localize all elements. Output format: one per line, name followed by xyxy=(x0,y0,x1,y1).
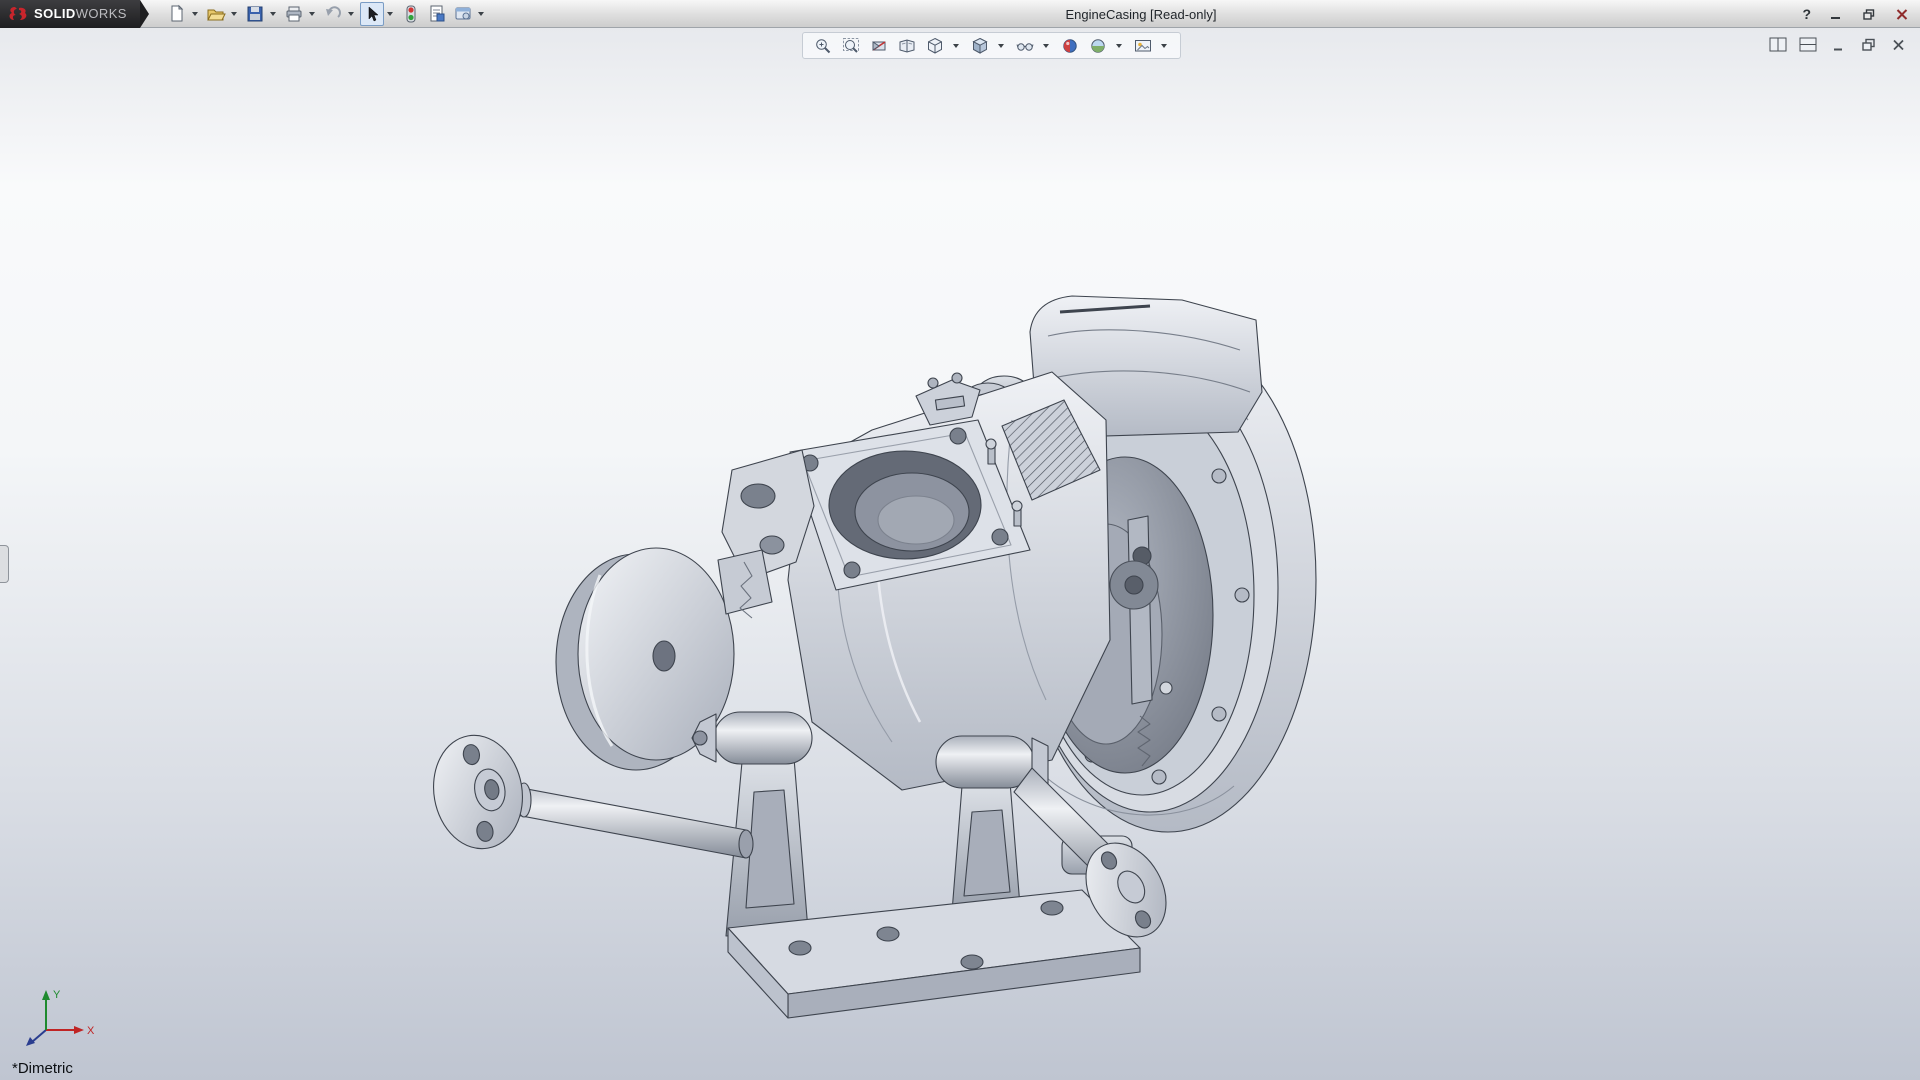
view-cube-icon xyxy=(926,37,944,55)
close-document-button[interactable] xyxy=(1888,36,1908,53)
solidworks-window: SOLIDWORKS xyxy=(0,0,1920,1080)
hide-show-items-dropdown-icon[interactable] xyxy=(1043,44,1049,48)
y-axis-label: Y xyxy=(53,989,61,1001)
close-icon xyxy=(1896,9,1908,20)
options-icon xyxy=(453,4,473,24)
document-title: EngineCasing [Read-only] xyxy=(1065,7,1216,22)
zoom-to-fit-icon xyxy=(842,37,860,55)
display-style-icon xyxy=(971,37,989,55)
apply-scene-button[interactable] xyxy=(1087,35,1109,57)
view-cube-dropdown-icon[interactable] xyxy=(953,44,959,48)
print-dropdown-icon[interactable] xyxy=(309,12,315,16)
brand-bold: SOLID xyxy=(34,6,76,21)
undo-button[interactable] xyxy=(321,2,345,26)
view-settings-button[interactable] xyxy=(1132,35,1154,57)
split-pane-horizontal-button[interactable] xyxy=(1798,36,1818,53)
close-button[interactable] xyxy=(1894,6,1910,22)
close-document-icon xyxy=(1891,38,1906,52)
solidworks-logo-icon xyxy=(7,5,29,23)
y-axis-icon xyxy=(42,990,50,1000)
open-dropdown-icon[interactable] xyxy=(231,12,237,16)
split-pane-horizontal-icon xyxy=(1799,37,1817,52)
options-button[interactable] xyxy=(451,2,475,26)
view-orientation-icon xyxy=(898,37,916,55)
logo-notch xyxy=(140,0,149,28)
select-button[interactable] xyxy=(360,2,384,26)
view-settings-dropdown-icon[interactable] xyxy=(1161,44,1167,48)
x-axis-icon xyxy=(74,1026,84,1034)
rebuild-button[interactable] xyxy=(399,2,423,26)
restore-icon xyxy=(1863,9,1875,20)
undo-icon xyxy=(323,4,343,24)
minimize-document-icon xyxy=(1831,38,1846,52)
brand-text: SOLIDWORKS xyxy=(34,6,127,21)
select-dropdown-icon[interactable] xyxy=(387,12,393,16)
display-style-dropdown-icon[interactable] xyxy=(998,44,1004,48)
zoom-in-icon xyxy=(814,37,832,55)
minimize-document-button[interactable] xyxy=(1828,36,1848,53)
view-settings-icon xyxy=(1134,37,1152,55)
view-cube-button[interactable] xyxy=(924,35,946,57)
brand-light: WORKS xyxy=(76,6,127,21)
open-button[interactable] xyxy=(204,2,228,26)
file-properties-icon xyxy=(427,4,447,24)
zoom-to-fit-button[interactable] xyxy=(840,35,862,57)
rebuild-icon xyxy=(401,4,421,24)
heads-up-view-toolbar xyxy=(802,32,1181,59)
document-window-controls xyxy=(1768,36,1908,53)
select-arrow-icon xyxy=(362,4,382,24)
edit-appearance-button[interactable] xyxy=(1059,35,1081,57)
minimize-button[interactable] xyxy=(1828,6,1844,22)
engine-casing-3d-model[interactable] xyxy=(0,0,1920,1080)
open-folder-icon xyxy=(206,4,226,24)
standard-toolbar xyxy=(165,2,488,26)
restore-button[interactable] xyxy=(1861,6,1877,22)
print-icon xyxy=(284,4,304,24)
view-orientation-label: *Dimetric xyxy=(12,1060,73,1077)
solidworks-logo: SOLIDWORKS xyxy=(0,0,140,28)
display-style-button[interactable] xyxy=(969,35,991,57)
save-icon xyxy=(245,4,265,24)
hide-show-items-button[interactable] xyxy=(1014,35,1036,57)
print-button[interactable] xyxy=(282,2,306,26)
section-view-icon xyxy=(870,37,888,55)
save-dropdown-icon[interactable] xyxy=(270,12,276,16)
new-document-dropdown-icon[interactable] xyxy=(192,12,198,16)
restore-document-button[interactable] xyxy=(1858,36,1878,53)
save-button[interactable] xyxy=(243,2,267,26)
split-pane-vertical-button[interactable] xyxy=(1768,36,1788,53)
minimize-icon xyxy=(1830,9,1842,20)
titlebar: SOLIDWORKS xyxy=(0,0,1920,28)
new-document-button[interactable] xyxy=(165,2,189,26)
split-pane-vertical-icon xyxy=(1769,37,1787,52)
options-dropdown-icon[interactable] xyxy=(478,12,484,16)
file-properties-button[interactable] xyxy=(425,2,449,26)
orientation-triad[interactable]: X Y xyxy=(16,986,102,1050)
help-button[interactable]: ? xyxy=(1802,6,1811,22)
restore-document-icon xyxy=(1861,38,1876,52)
zoom-in-button[interactable] xyxy=(812,35,834,57)
hide-show-items-icon xyxy=(1016,37,1034,55)
undo-dropdown-icon[interactable] xyxy=(348,12,354,16)
new-document-icon xyxy=(167,4,187,24)
apply-scene-dropdown-icon[interactable] xyxy=(1116,44,1122,48)
z-axis-icon xyxy=(26,1037,35,1046)
x-axis-label: X xyxy=(87,1025,95,1037)
section-view-button[interactable] xyxy=(868,35,890,57)
view-orientation-button[interactable] xyxy=(896,35,918,57)
apply-scene-icon xyxy=(1089,37,1107,55)
window-controls: ? xyxy=(1802,0,1910,28)
edit-appearance-icon xyxy=(1061,37,1079,55)
featuremanager-flyout-handle[interactable] xyxy=(0,545,9,583)
